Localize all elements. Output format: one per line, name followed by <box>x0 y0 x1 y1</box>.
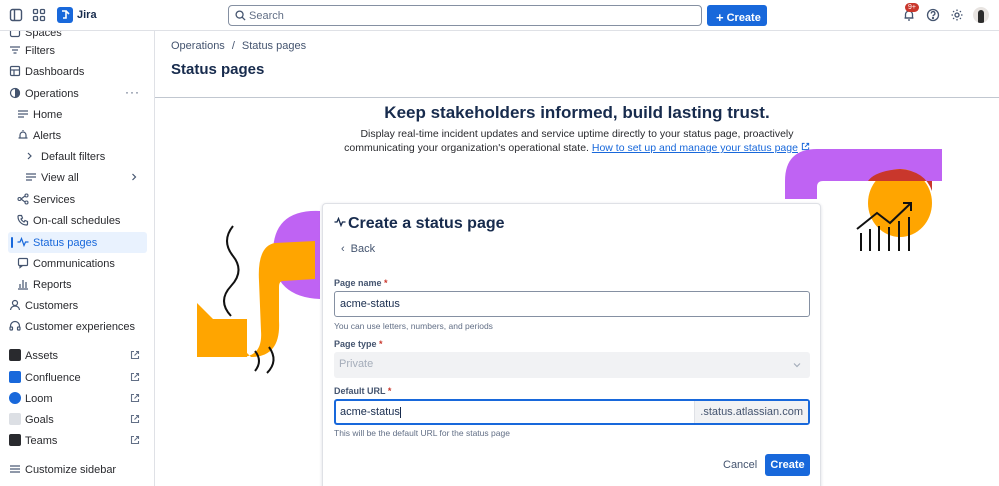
sidebar-item-services[interactable]: Services <box>0 189 154 210</box>
jira-logo-icon[interactable] <box>57 7 73 23</box>
operations-icon <box>9 87 21 99</box>
home-icon <box>18 110 28 118</box>
pulse-icon <box>334 216 346 228</box>
create-button[interactable]: + Create <box>707 5 767 26</box>
sidebar-item-customer-experiences[interactable]: Customer experiences <box>0 316 154 337</box>
search-placeholder: Search <box>249 10 284 22</box>
main-content: Operations / Status pages Status pages Kee… <box>155 31 999 486</box>
person-icon <box>9 299 21 311</box>
page-name-helper: You can use letters, numbers, and period… <box>334 321 493 331</box>
url-suffix: .status.atlassian.com <box>694 401 808 423</box>
top-navigation-bar: Jira Search + Create 9+ <box>0 0 999 31</box>
default-url-label: Default URL * <box>334 386 392 396</box>
illustration-orange-base <box>197 319 247 357</box>
sidebar-item-on-call-schedules[interactable]: On-call schedules <box>0 210 154 231</box>
sidebar-item-status-pages[interactable]: Status pages <box>8 232 147 253</box>
page-name-input[interactable]: acme-status <box>334 291 810 317</box>
customize-icon <box>10 465 20 473</box>
settings-gear-icon[interactable] <box>950 8 964 22</box>
sidebar-toggle-icon[interactable] <box>9 8 23 22</box>
filter-icon <box>10 46 20 54</box>
sidebar-item-reports[interactable]: Reports <box>0 274 154 295</box>
external-link-icon <box>130 414 140 424</box>
sidebar-item-home[interactable]: Home <box>0 104 154 125</box>
teams-app-icon <box>9 434 21 446</box>
active-indicator <box>11 237 13 248</box>
plus-icon: + <box>716 10 724 25</box>
external-link-icon <box>130 393 140 403</box>
sidebar-item-communications[interactable]: Communications <box>0 253 154 274</box>
notifications-badge: 9+ <box>905 3 919 12</box>
create-status-page-card: Create a status page ‹ Back Page name * a… <box>322 203 821 486</box>
sidebar-item-customize-sidebar[interactable]: Customize sidebar <box>0 459 154 480</box>
sidebar-item-customers[interactable]: Customers <box>0 295 154 316</box>
sidebar-item-teams[interactable]: Teams <box>0 430 154 451</box>
external-link-icon <box>130 435 140 445</box>
message-icon <box>17 257 29 269</box>
sidebar-item-loom[interactable]: Loom <box>0 388 154 409</box>
services-icon <box>17 193 29 205</box>
search-input[interactable]: Search <box>228 5 702 26</box>
sidebar-item-default-filters[interactable]: Default filters <box>0 146 154 167</box>
external-link-icon <box>130 372 140 382</box>
help-icon[interactable] <box>926 8 940 22</box>
pulse-icon <box>17 236 29 248</box>
sidebar-item-filters[interactable]: Filters <box>0 40 154 61</box>
back-button[interactable]: ‹ Back <box>341 243 375 255</box>
alert-icon <box>18 130 28 139</box>
app-name[interactable]: Jira <box>77 9 97 21</box>
sidebar-item-dashboards[interactable]: Dashboards <box>0 61 154 82</box>
assets-app-icon <box>9 349 21 361</box>
external-link-icon <box>130 350 140 360</box>
search-icon <box>235 10 246 21</box>
chevron-right-icon[interactable] <box>130 172 138 182</box>
chevron-down-icon <box>793 363 801 368</box>
create-submit-button[interactable]: Create <box>765 454 810 476</box>
page-type-select[interactable]: Private <box>334 352 810 378</box>
page-type-label: Page type * <box>334 339 383 349</box>
default-url-helper: This will be the default URL for the sta… <box>334 428 510 438</box>
cancel-button[interactable]: Cancel <box>715 455 765 475</box>
goals-app-icon <box>9 413 21 425</box>
sidebar: Spaces Filters Dashboards Operations ···… <box>0 31 155 486</box>
app-switcher-icon[interactable] <box>32 8 46 22</box>
confluence-app-icon <box>9 371 21 383</box>
spaces-icon <box>9 31 21 38</box>
card-title: Create a status page <box>334 215 505 233</box>
user-avatar[interactable] <box>973 7 989 23</box>
default-url-input[interactable]: acme-status .status.atlassian.com <box>334 399 810 425</box>
headset-icon <box>9 320 21 331</box>
sidebar-item-goals[interactable]: Goals <box>0 409 154 430</box>
sidebar-item-view-all[interactable]: View all <box>0 167 154 188</box>
more-options-icon[interactable]: ··· <box>125 85 140 99</box>
sidebar-item-assets[interactable]: Assets <box>0 345 154 366</box>
phone-icon <box>17 214 29 226</box>
sidebar-item-alerts[interactable]: Alerts <box>0 125 154 146</box>
page-name-label: Page name * <box>334 278 388 288</box>
sidebar-item-confluence[interactable]: Confluence <box>0 367 154 388</box>
loom-app-icon <box>9 392 21 404</box>
text-caret <box>399 406 401 418</box>
dashboard-icon <box>9 65 21 77</box>
list-icon <box>26 173 36 181</box>
bar-chart-icon <box>18 280 28 290</box>
sidebar-item-operations[interactable]: Operations ··· <box>0 83 154 104</box>
illustration-squiggle <box>223 225 240 317</box>
chevron-right-icon[interactable] <box>25 150 34 162</box>
chevron-left-icon: ‹ <box>341 243 345 255</box>
